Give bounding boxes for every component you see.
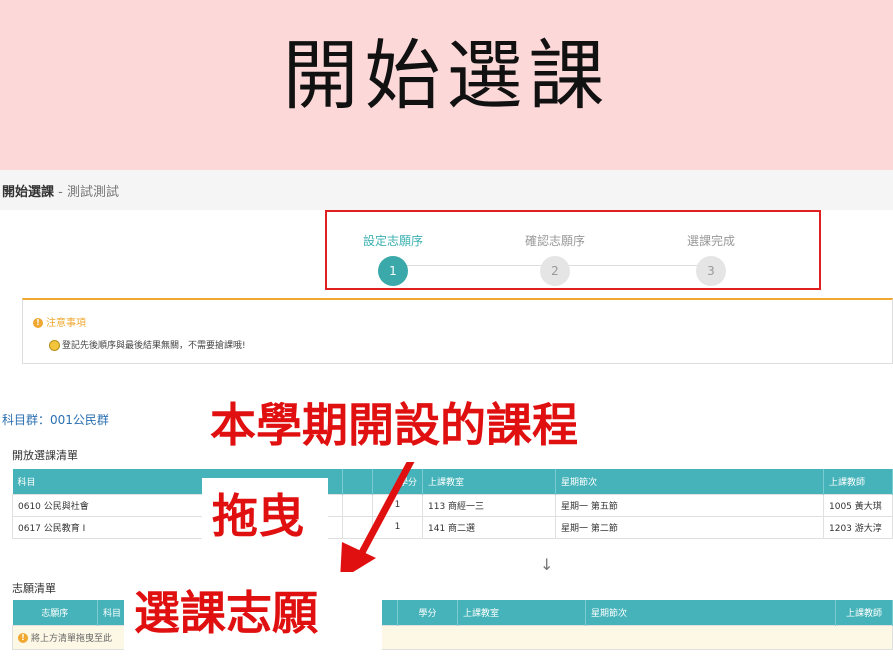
step-2-label: 確認志願序 [524, 234, 585, 248]
page-title: 開始選課 - 測試測試 [2, 181, 119, 200]
col-room: 上課教室 [457, 600, 586, 625]
col-period: 星期節次 [585, 600, 836, 625]
cell-period: 星期一 第二節 [555, 515, 824, 539]
smiley-icon [49, 340, 60, 351]
step-1: 設定志願序 1 [343, 232, 443, 286]
banner-title: 開始選課 [282, 31, 611, 120]
table-row[interactable]: 0617 公民教育 I 1 141 商二選 星期一 第二節 1203 游大淳 [12, 515, 893, 539]
notice-title: ! 注意事項 [33, 314, 86, 329]
cell-room: 113 商經一三 [422, 493, 556, 517]
arrow-down-icon: ↓ [540, 555, 554, 574]
wish-list-title: 志願清單 [12, 582, 56, 595]
notice-panel: ! 注意事項 登記先後順序與最後結果無關，不需要搶課哦! [22, 298, 893, 364]
info-icon: ! [18, 633, 28, 643]
arrow-shaft [354, 444, 422, 564]
step-2-circle: 2 [540, 256, 570, 286]
open-course-table: 科目 學分 上課教室 星期節次 上課教師 0610 公民與社會 1 113 商經… [12, 469, 893, 539]
callout-wishes: 選課志願 [124, 572, 382, 656]
page-title-main: 開始選課 [2, 185, 55, 200]
notice-title-text: 注意事項 [46, 318, 86, 329]
drop-zone-text: 將上方清單拖曳至此 [31, 633, 113, 644]
step-2: 確認志願序 2 [505, 232, 605, 286]
table-row[interactable]: 0610 公民與社會 1 113 商經一三 星期一 第五節 1005 黃大琪 [12, 493, 893, 517]
cell-room: 141 商二選 [422, 515, 556, 539]
col-room: 上課教室 [422, 469, 556, 494]
subject-group-label: 科目群：001公民群 [2, 413, 109, 427]
banner: 開始選課 [0, 0, 893, 170]
step-3-label: 選課完成 [686, 234, 735, 248]
cell-teacher: 1203 游大淳 [823, 515, 893, 539]
notice-body-text: 登記先後順序與最後結果無關，不需要搶課哦! [62, 341, 246, 351]
col-teacher: 上課教師 [823, 469, 893, 494]
warning-icon: ! [33, 318, 43, 328]
col-period: 星期節次 [555, 469, 824, 494]
red-arrow-annotation [340, 444, 422, 580]
open-list-title: 開放選課清單 [12, 449, 78, 462]
table-header-row: 科目 學分 上課教室 星期節次 上課教師 [12, 469, 893, 494]
notice-body: 登記先後順序與最後結果無關，不需要搶課哦! [49, 338, 246, 351]
callout-courses: 本學期開設的課程 [200, 392, 700, 462]
cell-teacher: 1005 黃大琪 [823, 493, 893, 517]
step-1-circle: 1 [378, 256, 408, 286]
cell-period: 星期一 第五節 [555, 493, 824, 517]
step-3-circle: 3 [696, 256, 726, 286]
header-bar [0, 170, 893, 210]
col-priority: 志願序 [12, 600, 98, 625]
col-teacher: 上課教師 [835, 600, 893, 625]
page-title-sub: - 測試測試 [54, 185, 119, 200]
callout-drag: 拖曳 [202, 478, 328, 558]
step-3: 選課完成 3 [661, 232, 761, 286]
col-credits: 學分 [397, 600, 458, 625]
step-1-label: 設定志願序 [362, 234, 423, 248]
